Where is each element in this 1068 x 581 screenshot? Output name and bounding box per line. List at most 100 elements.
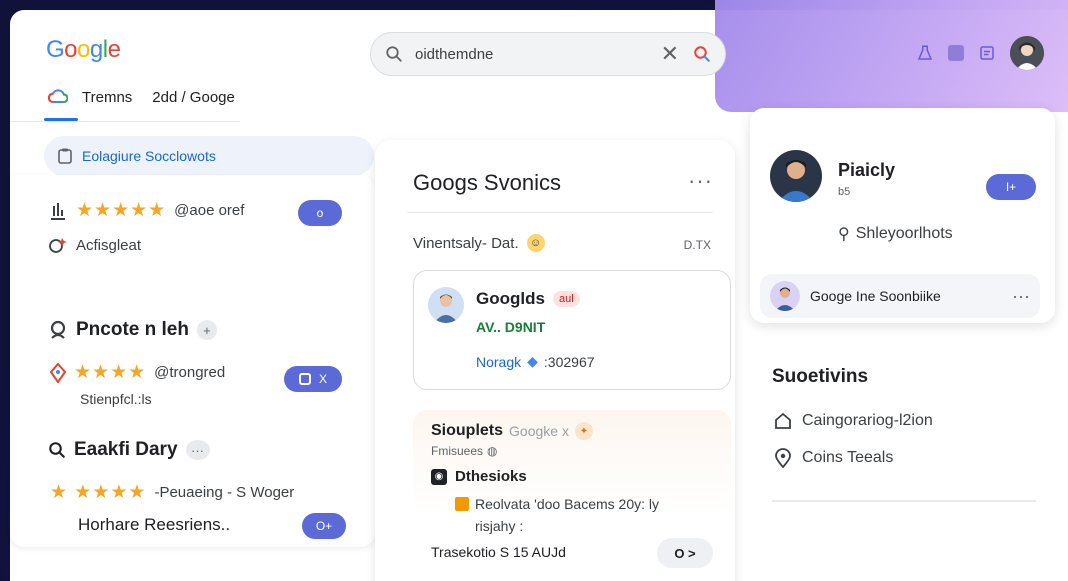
card-subtitle: Vinentsaly- Dat. ☺: [413, 234, 545, 252]
list-item[interactable]: Acfisgleat: [48, 235, 141, 255]
rating-stars: ★ ★★★★: [50, 482, 147, 503]
google-cloud-icon: [48, 89, 68, 103]
row-text: @trongred: [154, 364, 226, 381]
suggestion-text: Coins Teeals: [802, 449, 894, 466]
row-text: @aoe oref: [174, 202, 245, 219]
snippets-title: Siouplets: [431, 422, 504, 439]
flask-icon[interactable]: [916, 44, 934, 62]
logo-letter: o: [77, 36, 90, 63]
snippets-line-text: Reolvata 'doo Bacems 20y: ly: [475, 496, 659, 512]
person-avatar-icon: [428, 287, 464, 323]
list-item[interactable]: ★ ★★★★ -Peuaeing - S Woger: [50, 481, 294, 504]
section-pill-label: Eolagiure Socclowots: [82, 148, 216, 164]
snippets-title-secondary: Googke x: [509, 423, 569, 439]
profile-meta-value: :302967: [543, 353, 595, 370]
snippets-section: ◉ Dthesioks: [431, 468, 527, 485]
add-chip-button[interactable]: +: [196, 320, 217, 340]
card-divider: [407, 212, 713, 213]
section-heading: Pncote n leh +: [48, 319, 217, 341]
row-subtext-label: Stienpfcl.:ls: [80, 391, 152, 407]
header-divider: [10, 121, 240, 122]
search-submit-icon[interactable]: [693, 45, 711, 63]
toggle-button[interactable]: O+: [302, 513, 346, 539]
person-pin-icon: [50, 320, 66, 339]
card-subtitle-text: Vinentsaly- Dat.: [413, 234, 519, 252]
search-input[interactable]: oidthemdne: [415, 46, 661, 63]
account-avatar[interactable]: [1010, 36, 1044, 70]
heading-text: Pncote n leh: [76, 319, 189, 340]
profile-card[interactable]: Googlds aul AV.. D9NIT Noragk ◆ :302967: [413, 270, 731, 390]
location-pin-icon: [775, 448, 791, 468]
profile-name-row: Googlds aul: [476, 289, 580, 309]
person-avatar-icon: [770, 150, 822, 202]
heading-text: Eaakfi Dary: [74, 439, 178, 460]
suggestion-item[interactable]: Caingorariog-l2ion: [774, 412, 933, 430]
snippets-sub-text: Fmisuees: [431, 444, 484, 458]
equalizer-icon: [51, 202, 65, 220]
search-icon: [386, 46, 402, 62]
toggle-square-icon: [298, 373, 311, 385]
clear-icon[interactable]: ✕: [661, 41, 679, 67]
snippets-line: Reolvata 'doo Bacems 20y: ly: [455, 496, 659, 512]
emoji-icon: ✦: [574, 422, 593, 440]
list-item[interactable]: ★★★★ @trongred: [50, 361, 225, 384]
tab-googe[interactable]: 2dd / Googe: [152, 89, 235, 106]
square-icon[interactable]: [948, 45, 964, 61]
settings-spark-icon: [49, 238, 67, 253]
section-heading: Eaakfi Dary ···: [48, 439, 210, 461]
toggle-button[interactable]: X: [284, 366, 342, 392]
profile-name: Googlds: [476, 289, 545, 308]
suggestions-divider: [772, 500, 1036, 502]
box-icon: [455, 497, 469, 511]
toggle-label: X: [318, 372, 327, 386]
account-switcher-item[interactable]: Googe Ine Soonbiike ···: [760, 274, 1040, 318]
logo-letter: o: [64, 36, 78, 63]
toggle-button[interactable]: o: [298, 200, 342, 226]
document-icon[interactable]: [978, 44, 996, 62]
more-chip-button[interactable]: ···: [185, 440, 210, 460]
profile-popup: Piaicly b5 I+ ⚲ Shleyoorlhots Googe Ine …: [750, 108, 1055, 323]
list-item[interactable]: Horhare Reesriens..: [78, 515, 230, 535]
profile-name: Piaicly: [838, 160, 896, 180]
list-item[interactable]: ★★★★★ @aoe oref: [48, 199, 244, 222]
card-subtitle-right: D.TX: [683, 238, 711, 252]
snippets-card[interactable]: Siouplets Googke x ✦ Fmisuees ◍ ◉ Dthesi…: [413, 410, 731, 580]
rating-stars: ★★★★: [74, 362, 147, 383]
snippets-footer: Trasekotio S 15 AUJd: [431, 544, 566, 560]
header-icons: [916, 36, 1044, 70]
profile-badge: aul: [552, 291, 580, 307]
left-panel: ★★★★★ @aoe oref o Acfisgleat Pncote n le…: [10, 175, 375, 547]
suggestion-item[interactable]: Coins Teeals: [774, 448, 893, 468]
account-avatar: [770, 281, 800, 311]
profile-row-text: Shleyoorlhots: [855, 225, 953, 242]
search-bar[interactable]: oidthemdne ✕: [370, 32, 726, 76]
tab-tremns[interactable]: Tremns: [82, 89, 132, 106]
user-avatar-icon: [1010, 36, 1044, 70]
more-options-icon[interactable]: ···: [1012, 286, 1030, 307]
profile-sub: b5: [838, 186, 851, 198]
row-text: Acfisgleat: [76, 236, 142, 254]
home-icon: [775, 412, 791, 429]
smiley-icon: ☺: [526, 234, 545, 252]
profile-row[interactable]: ⚲ Shleyoorlhots: [838, 224, 953, 244]
clipboard-icon: [58, 148, 72, 164]
row-text: -Peuaeing - S Woger: [154, 484, 295, 501]
profile-large-avatar[interactable]: [770, 150, 822, 202]
logo-letter: g: [89, 36, 103, 63]
snippets-header: Siouplets Googke x ✦: [431, 422, 593, 440]
diamond-icon: ◆: [527, 353, 538, 369]
suggestion-text: Caingorariog-l2ion: [802, 412, 933, 429]
main-window: Google oidthemdne ✕ Tremns 2dd / Googe E…: [10, 10, 1068, 581]
more-options-icon[interactable]: ···: [688, 168, 713, 194]
snippets-section-title: Dthesioks: [455, 468, 527, 485]
section-pill[interactable]: Eolagiure Socclowots: [44, 136, 374, 176]
snippets-line-2: risjahy :: [475, 518, 524, 534]
camera-icon: ◉: [431, 468, 447, 485]
globe-icon: ◍: [487, 444, 498, 458]
google-logo[interactable]: Google: [46, 36, 121, 64]
profile-toggle[interactable]: I+: [986, 174, 1036, 200]
profile-meta-label: Noragk: [476, 353, 522, 370]
person-avatar-icon: [770, 281, 800, 311]
next-button[interactable]: O >: [657, 538, 713, 568]
rating-stars: ★★★★★: [76, 200, 167, 221]
